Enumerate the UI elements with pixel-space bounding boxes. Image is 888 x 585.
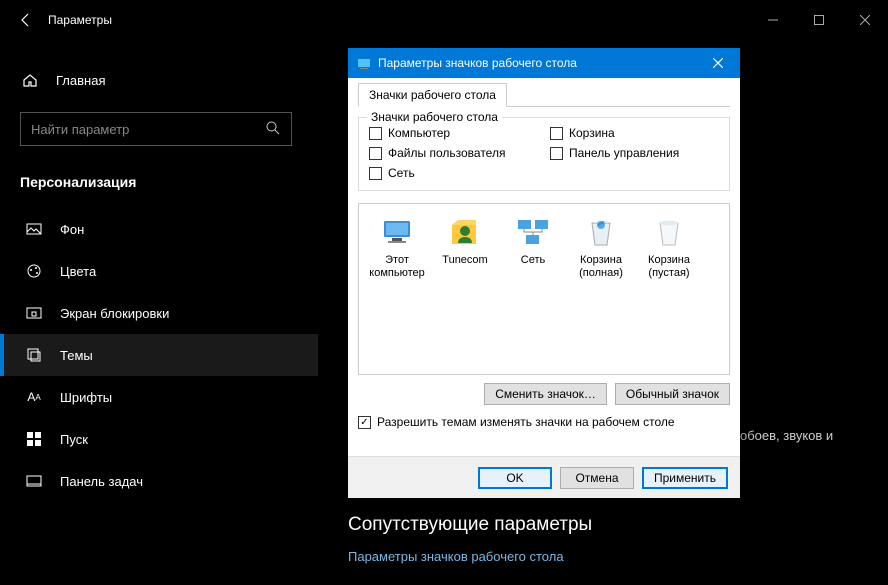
- home-label: Главная: [56, 73, 105, 88]
- app-title: Параметры: [48, 13, 112, 27]
- nav-item-background[interactable]: Фон: [0, 208, 318, 250]
- search-icon: [265, 120, 281, 139]
- icon-item[interactable]: Этот компьютер: [367, 214, 427, 280]
- nav-label: Темы: [60, 348, 93, 363]
- dialog-title-icon: [356, 55, 372, 71]
- net-icon: [515, 214, 551, 250]
- nav-item-themes[interactable]: Темы: [0, 334, 318, 376]
- dialog-close-button[interactable]: [704, 49, 732, 77]
- search-input[interactable]: [31, 122, 265, 137]
- back-button[interactable]: [8, 2, 44, 38]
- desktop-icons-group: Значки рабочего стола КомпьютерКорзинаФа…: [358, 117, 730, 191]
- desktop-icons-link[interactable]: Параметры значков рабочего стола: [348, 549, 564, 564]
- overflow-text: обоев, звуков и: [740, 428, 833, 443]
- dialog-tabs: Значки рабочего стола: [358, 82, 730, 107]
- maximize-button[interactable]: [796, 4, 842, 36]
- nav-label: Шрифты: [60, 390, 112, 405]
- checkbox-Панель управления[interactable]: Панель управления: [550, 146, 719, 160]
- dialog-titlebar: Параметры значков рабочего стола: [348, 48, 740, 78]
- checkbox-Файлы пользователя[interactable]: Файлы пользователя: [369, 146, 538, 160]
- nav-item-colors[interactable]: Цвета: [0, 250, 318, 292]
- nav-item-start[interactable]: Пуск: [0, 418, 318, 460]
- apply-button[interactable]: Применить: [642, 467, 728, 489]
- sidebar: Главная Персонализация Фон Цвета Экран б…: [0, 40, 318, 585]
- taskbar-icon: [24, 471, 44, 491]
- nav-label: Цвета: [60, 264, 96, 279]
- icon-item[interactable]: Корзина (полная): [571, 214, 631, 280]
- picture-icon: [24, 219, 44, 239]
- category-title: Персонализация: [0, 166, 318, 208]
- icon-item[interactable]: Сеть: [503, 214, 563, 280]
- themes-icon: [24, 345, 44, 365]
- group-legend: Значки рабочего стола: [367, 110, 502, 124]
- nav-label: Фон: [60, 222, 84, 237]
- icon-preview-pane[interactable]: Этот компьютерTunecomСетьКорзина (полная…: [358, 203, 730, 375]
- allow-themes-label: Разрешить темам изменять значки на рабоч…: [377, 415, 675, 429]
- checkbox-Корзина[interactable]: Корзина: [550, 126, 719, 140]
- dialog-footer: OK Отмена Применить: [348, 456, 740, 498]
- start-icon: [24, 429, 44, 449]
- home-button[interactable]: Главная: [0, 60, 318, 100]
- nav-label: Панель задач: [60, 474, 143, 489]
- related-heading: Сопутствующие параметры: [348, 514, 592, 536]
- nav-item-fonts[interactable]: AA Шрифты: [0, 376, 318, 418]
- user-icon: [447, 214, 483, 250]
- bin-empty-icon: [651, 214, 687, 250]
- tab-desktop-icons[interactable]: Значки рабочего стола: [358, 83, 507, 107]
- lockscreen-icon: [24, 303, 44, 323]
- palette-icon: [24, 261, 44, 281]
- ok-button[interactable]: OK: [478, 467, 552, 489]
- nav-item-lockscreen[interactable]: Экран блокировки: [0, 292, 318, 334]
- icon-item[interactable]: Tunecom: [435, 214, 495, 280]
- search-box: [20, 112, 292, 146]
- cancel-button[interactable]: Отмена: [560, 467, 634, 489]
- change-icon-button[interactable]: Сменить значок…: [484, 383, 607, 405]
- icon-item[interactable]: Корзина (пустая): [639, 214, 699, 280]
- allow-themes-checkbox[interactable]: ✓Разрешить темам изменять значки на рабо…: [358, 415, 675, 429]
- bin-full-icon: [583, 214, 619, 250]
- dialog-title: Параметры значков рабочего стола: [378, 56, 577, 70]
- checkbox-Сеть[interactable]: Сеть: [369, 166, 538, 180]
- pc-icon: [379, 214, 415, 250]
- nav-label: Пуск: [60, 432, 88, 447]
- home-icon: [20, 70, 40, 90]
- minimize-button[interactable]: [750, 4, 796, 36]
- default-icon-button[interactable]: Обычный значок: [615, 383, 730, 405]
- titlebar: Параметры: [0, 0, 888, 40]
- close-button[interactable]: [842, 4, 888, 36]
- nav-label: Экран блокировки: [60, 306, 169, 321]
- nav-item-taskbar[interactable]: Панель задач: [0, 460, 318, 502]
- desktop-icon-settings-dialog: Параметры значков рабочего стола Значки …: [348, 48, 740, 498]
- checkbox-Компьютер[interactable]: Компьютер: [369, 126, 538, 140]
- fonts-icon: AA: [24, 387, 44, 407]
